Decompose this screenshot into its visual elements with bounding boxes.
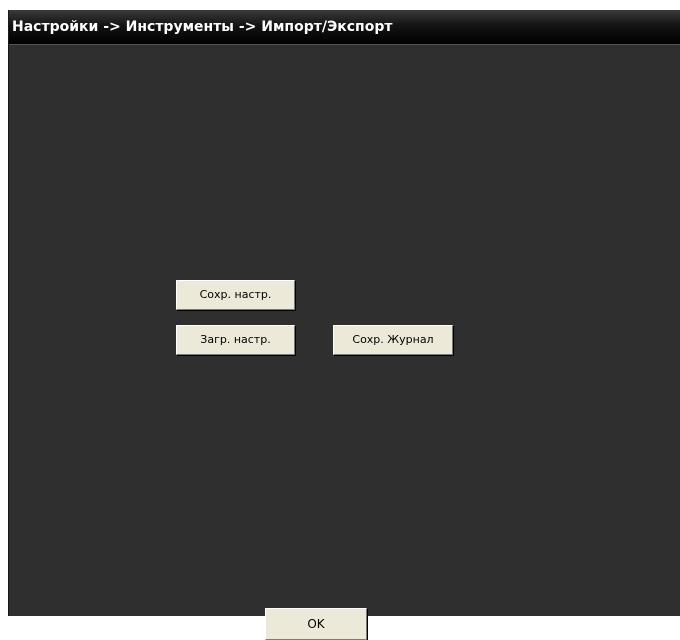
load-settings-button[interactable]: Загр. настр.: [176, 325, 295, 355]
ok-button[interactable]: OK: [265, 608, 367, 640]
import-export-window: Настройки -> Инструменты -> Импорт/Экспо…: [8, 10, 680, 640]
save-journal-button[interactable]: Сохр. Журнал: [333, 325, 453, 355]
dialog-body: Сохр. настр. Загр. настр. Сохр. Журнал O…: [9, 45, 680, 640]
window-title: Настройки -> Инструменты -> Импорт/Экспо…: [12, 19, 393, 35]
title-bar: Настройки -> Инструменты -> Импорт/Экспо…: [9, 10, 680, 45]
save-settings-button[interactable]: Сохр. настр.: [176, 280, 295, 310]
